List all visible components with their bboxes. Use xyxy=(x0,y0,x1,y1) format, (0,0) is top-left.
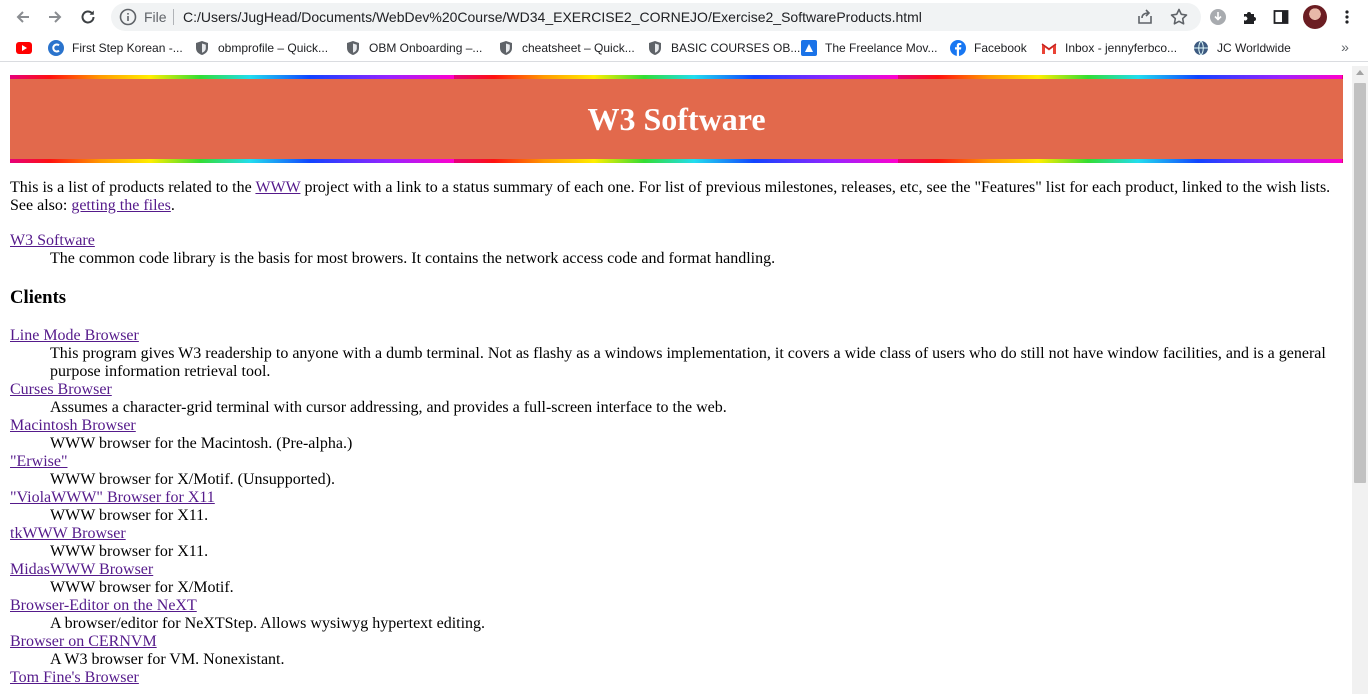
client-description: WWW browser for X11. xyxy=(50,507,209,524)
bookmark-cheatsheet[interactable]: cheatsheet – Quick... xyxy=(498,39,635,57)
client-link-midaswww[interactable]: MidasWWW Browser xyxy=(10,561,153,579)
extensions-button[interactable] xyxy=(1239,6,1261,28)
forward-arrow-icon xyxy=(49,11,62,23)
freelance-icon xyxy=(801,40,817,56)
client-description: A browser/editor for NeXTStep. Allows wy… xyxy=(50,615,486,632)
www-link[interactable]: WWW xyxy=(255,179,300,196)
intro-text: . xyxy=(170,197,175,214)
client-link-tkwww[interactable]: tkWWW Browser xyxy=(10,525,126,543)
shield-icon xyxy=(194,40,210,56)
bookmark-basic-courses[interactable]: BASIC COURSES OB... xyxy=(647,39,800,57)
bookmark-obm-onboarding[interactable]: OBM Onboarding –... xyxy=(345,39,482,57)
shield-icon xyxy=(647,40,663,56)
address-scheme: File xyxy=(144,9,167,25)
client-link-curses-browser[interactable]: Curses Browser xyxy=(10,381,112,399)
reload-button[interactable] xyxy=(75,4,101,30)
library-description: The common code library is the basis for… xyxy=(50,250,776,267)
bookmarks-bar: First Step Korean -... obmprofile – Quic… xyxy=(0,34,1368,62)
facebook-icon xyxy=(950,40,966,56)
client-link-macintosh-browser[interactable]: Macintosh Browser xyxy=(10,417,136,435)
back-arrow-icon xyxy=(16,11,29,23)
page-banner: W3 Software xyxy=(10,75,1343,163)
profile-avatar[interactable] xyxy=(1303,5,1327,29)
forward-button[interactable] xyxy=(42,4,68,30)
page-title: W3 Software xyxy=(587,101,766,137)
client-description: WWW browser for X/Motif. xyxy=(50,579,234,596)
vertical-scrollbar[interactable] xyxy=(1352,66,1368,694)
getting-the-files-link[interactable]: getting the files xyxy=(71,197,171,214)
bookmark-label: Facebook xyxy=(974,41,1027,55)
bookmark-facebook[interactable]: Facebook xyxy=(950,39,1027,57)
browser-menu-button[interactable] xyxy=(1336,6,1358,28)
info-icon[interactable] xyxy=(119,8,137,26)
address-separator xyxy=(173,9,174,25)
client-link-tom-fines-browser[interactable]: Tom Fine's Browser xyxy=(10,669,139,687)
scroll-up-arrow-icon[interactable] xyxy=(1356,70,1364,75)
address-bar[interactable]: File C:/Users/JugHead/Documents/WebDev%2… xyxy=(111,3,1201,31)
bookmarks-overflow-button[interactable]: » xyxy=(1336,38,1354,56)
scrollbar-thumb[interactable] xyxy=(1354,83,1366,483)
bookmark-freelance-movement[interactable]: The Freelance Mov... xyxy=(801,39,938,57)
gmail-icon xyxy=(1041,40,1057,56)
client-link-line-mode-browser[interactable]: Line Mode Browser xyxy=(10,327,139,345)
shield-icon xyxy=(498,40,514,56)
download-icon xyxy=(1210,9,1226,25)
bookmark-label: cheatsheet – Quick... xyxy=(522,41,635,55)
client-link-erwise[interactable]: "Erwise" xyxy=(10,453,68,471)
star-icon[interactable] xyxy=(1169,7,1189,27)
coursera-icon xyxy=(48,40,64,56)
bookmark-label: obmprofile – Quick... xyxy=(218,41,329,55)
youtube-icon xyxy=(16,40,32,56)
bookmark-label: JC Worldwide xyxy=(1217,41,1291,55)
bookmark-label: OBM Onboarding –... xyxy=(369,41,483,55)
client-description: WWW browser for the Macintosh. (Pre-alph… xyxy=(50,435,353,452)
client-link-browser-editor-next[interactable]: Browser-Editor on the NeXT xyxy=(10,597,197,615)
reload-icon xyxy=(81,10,95,24)
share-icon[interactable] xyxy=(1136,8,1154,26)
intro-text: This is a list of products related to th… xyxy=(10,179,256,196)
bookmark-label: Inbox - jennyferbco... xyxy=(1065,41,1178,55)
client-link-browser-cernvm[interactable]: Browser on CERNVM xyxy=(10,633,157,651)
bookmark-jc-worldwide[interactable]: JC Worldwide xyxy=(1193,39,1291,57)
bookmark-label: First Step Korean -... xyxy=(72,41,183,55)
banner-bottom-border xyxy=(10,159,1343,163)
library-link[interactable]: W3 Software xyxy=(10,232,95,250)
globe-icon xyxy=(1193,40,1209,56)
bookmark-label: The Freelance Mov... xyxy=(825,41,938,55)
client-description: Assumes a character-grid terminal with c… xyxy=(50,399,727,416)
back-button[interactable] xyxy=(10,4,36,30)
bookmark-youtube[interactable] xyxy=(16,39,40,57)
client-description: A W3 browser for VM. Nonexistant. xyxy=(50,651,285,668)
client-description: WWW browser for X11. xyxy=(50,543,209,560)
page-viewport: W3 Software This is a list of products r… xyxy=(0,66,1352,694)
browser-toolbar: File C:/Users/JugHead/Documents/WebDev%2… xyxy=(0,0,1368,34)
client-description: WWW browser for X/Motif. (Unsupported). xyxy=(50,471,335,488)
bookmark-gmail-inbox[interactable]: Inbox - jennyferbco... xyxy=(1041,39,1177,57)
kebab-menu-icon xyxy=(1345,10,1349,24)
side-panel-button[interactable] xyxy=(1270,6,1292,28)
download-button[interactable] xyxy=(1207,6,1229,28)
bookmark-label: BASIC COURSES OB... xyxy=(671,41,801,55)
client-description: This program gives W3 readership to anyo… xyxy=(50,345,1326,380)
bookmark-first-step-korean[interactable]: First Step Korean -... xyxy=(48,39,183,57)
address-url[interactable]: C:/Users/JugHead/Documents/WebDev%20Cour… xyxy=(183,8,922,26)
client-link-violawww[interactable]: "ViolaWWW" Browser for X11 xyxy=(10,489,215,507)
banner-top-border xyxy=(10,75,1343,79)
side-panel-icon xyxy=(1273,10,1289,24)
puzzle-icon xyxy=(1244,12,1256,24)
intro-paragraph: This is a list of products related to th… xyxy=(10,179,1340,215)
shield-icon xyxy=(345,40,361,56)
bookmark-obmprofile[interactable]: obmprofile – Quick... xyxy=(194,39,328,57)
clients-heading: Clients xyxy=(10,287,67,308)
